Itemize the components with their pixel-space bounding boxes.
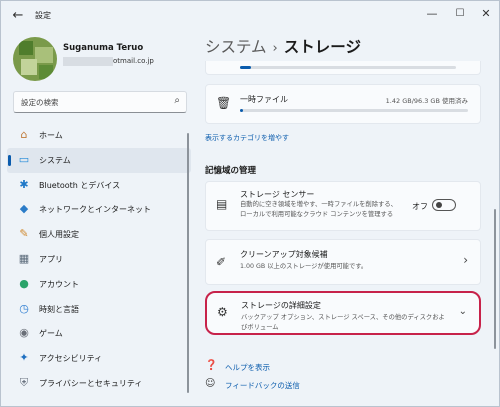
sidebar-item-gaming[interactable]: ◉ ゲーム <box>7 321 191 346</box>
help-icon: ❓ <box>205 360 218 371</box>
advanced-storage-settings-card[interactable]: ⚙ ストレージの詳細設定 バックアップ オプション、ストレージ スペース、その他… <box>205 291 481 335</box>
sidebar-item-shield[interactable]: ⛨ プライバシーとセキュリティ <box>7 371 191 396</box>
advanced-storage-description: バックアップ オプション、ストレージ スペース、その他のディスクおよびボリューム <box>241 314 445 331</box>
selection-indicator <box>8 154 11 166</box>
sidebar-item-label: ホーム <box>39 131 63 140</box>
brush-icon: ✎ <box>19 227 29 241</box>
sidebar-item-apps[interactable]: ▦ アプリ <box>7 247 191 272</box>
sidebar-item-label: Bluetooth とデバイス <box>39 180 121 190</box>
sidebar-item-bluetooth[interactable]: ✱ Bluetooth とデバイス <box>7 173 191 198</box>
sidebar-item-label: 個人用設定 <box>39 230 79 240</box>
cleanup-description: 1.00 GB 以上のストレージが使用可能です。 <box>240 263 368 270</box>
shield-icon: ⛨ <box>19 375 29 389</box>
sidebar-item-label: ネットワークとインターネット <box>39 205 151 215</box>
advanced-storage-title: ストレージの詳細設定 <box>241 301 321 310</box>
storage-sense-description: 自動的に空き領域を増やす、一時ファイルを削除する、ローカルで利用可能なクラウド … <box>240 201 397 218</box>
sidebar-item-home[interactable]: ⌂ ホーム <box>7 123 191 148</box>
sidebar-item-label: ゲーム <box>39 329 63 339</box>
temp-files-title: 一時ファイル <box>240 95 288 104</box>
avatar <box>13 37 57 81</box>
email-redaction <box>63 57 113 66</box>
home-icon: ⌂ <box>20 128 28 141</box>
sidebar-item-label: アプリ <box>39 254 63 264</box>
user-email: otmail.co.jp <box>113 57 154 65</box>
storage-sense-toggle-label: オフ <box>412 202 428 211</box>
sidebar-item-wifi[interactable]: ◆ ネットワークとインターネット <box>7 197 191 222</box>
time-language-icon: ◷ <box>19 301 29 315</box>
sidebar-item-brush[interactable]: ✎ 個人用設定 <box>7 222 191 247</box>
sidebar-item-label: アクセシビリティ <box>39 354 103 364</box>
breadcrumb: システム › ストレージ <box>205 35 361 57</box>
more-categories-link[interactable]: 表示するカテゴリを増やす <box>205 133 289 143</box>
search-icon: ⌕ <box>174 95 180 106</box>
gaming-icon: ◉ <box>19 326 29 340</box>
storage-management-heading: 記憶域の管理 <box>205 166 257 176</box>
apps-icon: ▦ <box>18 251 30 265</box>
maximize-button[interactable]: ☐ <box>447 5 473 23</box>
sidebar-item-label: 時刻と言語 <box>39 304 79 314</box>
sidebar-item-system[interactable]: ▭ システム <box>7 147 191 173</box>
help-link-label: ヘルプを表示 <box>225 363 270 372</box>
system-icon: ▭ <box>18 152 30 166</box>
sidebar-nav: ⌂ ホーム ▭ システム ✱ Bluetooth とデバイス ◆ ネットワークとインターネット… <box>7 123 191 396</box>
title-bar: ← 設定 — ☐ ✕ <box>1 1 499 31</box>
chevron-right-icon: › <box>463 253 468 267</box>
sidebar-item-label: システム <box>39 155 71 165</box>
main-content: 🗑 一時ファイル 1.42 GB/96.3 GB 使用済み 表示するカテゴリを増… <box>197 61 499 406</box>
user-name: Suganuma Teruo <box>63 43 144 53</box>
sidebar-item-time-language[interactable]: ◷ 時刻と言語 <box>7 297 191 322</box>
cleanup-title: クリーンアップ対象候補 <box>240 250 328 259</box>
user-profile[interactable]: Suganuma Teruo otmail.co.jp <box>13 37 183 81</box>
breadcrumb-parent[interactable]: システム <box>205 38 267 56</box>
accessibility-icon: ✦ <box>19 351 29 365</box>
app-title: 設定 <box>35 11 51 20</box>
storage-sense-toggle[interactable] <box>432 199 456 211</box>
close-button[interactable]: ✕ <box>473 5 499 23</box>
storage-sense-title: ストレージ センサー <box>240 190 315 199</box>
breadcrumb-separator: › <box>272 41 278 56</box>
storage-drive-icon: ▤ <box>216 197 228 211</box>
chevron-down-icon[interactable]: ⌄ <box>459 306 467 317</box>
trash-icon: 🗑 <box>216 96 232 110</box>
gear-icon: ⚙ <box>217 305 228 319</box>
search-input[interactable]: 設定の検索 ⌕ <box>13 91 187 113</box>
sidebar-item-account[interactable]: ● アカウント <box>7 272 191 297</box>
storage-usage-bar <box>240 66 456 69</box>
sidebar-scrollbar[interactable] <box>187 133 189 393</box>
feedback-link-label: フィードバックの送信 <box>225 381 300 390</box>
content-scrollbar[interactable] <box>494 209 496 349</box>
search-placeholder: 設定の検索 <box>21 98 59 107</box>
storage-category-card[interactable] <box>205 61 481 75</box>
wifi-icon: ◆ <box>19 202 29 216</box>
storage-sense-card[interactable]: ▤ ストレージ センサー 自動的に空き領域を増やす、一時ファイルを削除する、ロー… <box>205 181 481 231</box>
temp-files-card[interactable]: 🗑 一時ファイル 1.42 GB/96.3 GB 使用済み <box>205 84 481 124</box>
page-title: ストレージ <box>283 38 361 56</box>
cleanup-recommendations-card[interactable]: ✐ クリーンアップ対象候補 1.00 GB 以上のストレージが使用可能です。 › <box>205 239 481 285</box>
back-button[interactable]: ← <box>9 7 27 25</box>
sidebar-item-label: プライバシーとセキュリティ <box>39 378 143 388</box>
minimize-button[interactable]: — <box>419 5 445 23</box>
broom-icon: ✐ <box>216 255 227 269</box>
temp-files-usage: 1.42 GB/96.3 GB 使用済み <box>385 97 468 105</box>
feedback-icon: ☺ <box>205 378 216 389</box>
sidebar-item-accessibility[interactable]: ✦ アクセシビリティ <box>7 346 191 371</box>
sidebar-item-label: アカウント <box>39 279 79 289</box>
temp-files-usage-bar <box>240 109 468 112</box>
account-icon: ● <box>19 276 29 290</box>
settings-window: ← 設定 — ☐ ✕ Suganuma Teruo otmail.co.jp 設… <box>0 0 500 407</box>
bluetooth-icon: ✱ <box>19 177 29 191</box>
